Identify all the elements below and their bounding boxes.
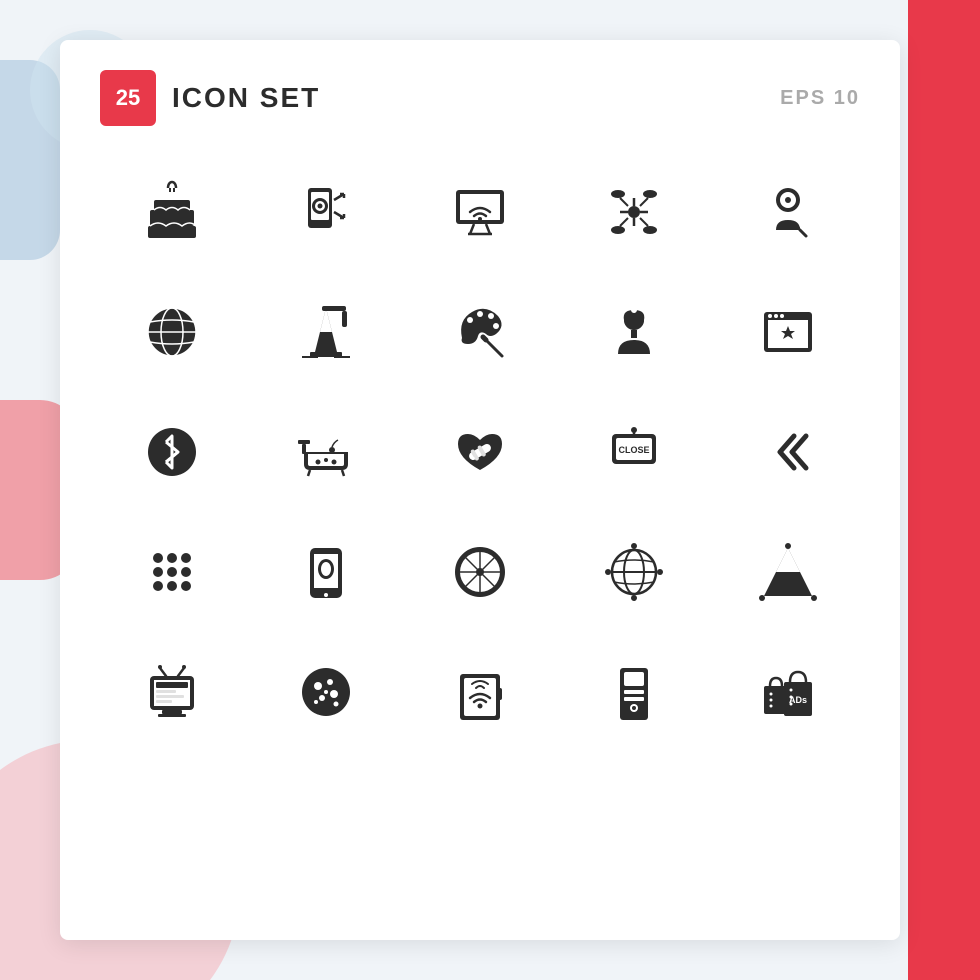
icon-oil-pump	[254, 282, 398, 382]
header-title: ICON SET	[172, 82, 320, 114]
icon-bluetooth	[100, 402, 244, 502]
icon-drone	[562, 162, 706, 262]
drone-icon	[602, 180, 666, 244]
starred-window-icon	[756, 300, 820, 364]
main-card: 25 ICON SET EPS 10	[60, 40, 900, 940]
header-left: 25 ICON SET	[100, 70, 320, 126]
pyramid-icon	[756, 540, 820, 604]
computer-tower-icon	[602, 660, 666, 724]
cake-icon	[140, 180, 204, 244]
orange-slice-icon	[448, 540, 512, 604]
mobile-target-icon	[294, 180, 358, 244]
background: 25 ICON SET EPS 10	[0, 0, 980, 980]
news-tv-icon	[140, 660, 204, 724]
double-chevron-left-icon	[756, 420, 820, 484]
oil-pump-icon	[294, 300, 358, 364]
shopping-bags-icon: ADs	[756, 660, 820, 724]
safe-wifi-icon	[448, 660, 512, 724]
icon-cookie	[254, 642, 398, 742]
paint-palette-icon	[448, 300, 512, 364]
mobile-egg-icon	[294, 540, 358, 604]
icons-grid: CLOSE	[100, 162, 860, 742]
badge-number: 25	[100, 70, 156, 126]
cookie-icon	[294, 660, 358, 724]
icon-monitor-wifi	[408, 162, 552, 262]
icon-starred-window	[716, 282, 860, 382]
icon-globe	[100, 282, 244, 382]
header-eps: EPS 10	[780, 87, 860, 110]
icon-female-user	[562, 282, 706, 382]
svg-text:CLOSE: CLOSE	[618, 445, 649, 455]
icon-pyramid	[716, 522, 860, 622]
card-header: 25 ICON SET EPS 10	[100, 70, 860, 126]
icon-bathtub	[254, 402, 398, 502]
icon-double-chevron-left	[716, 402, 860, 502]
icon-news-tv	[100, 642, 244, 742]
icon-paint-palette	[408, 282, 552, 382]
icon-mobile-egg	[254, 522, 398, 622]
dots-grid-icon	[140, 540, 204, 604]
icon-cake	[100, 162, 244, 262]
bluetooth-icon	[140, 420, 204, 484]
icon-safe-wifi	[408, 642, 552, 742]
bathtub-icon	[294, 420, 358, 484]
icon-computer-tower	[562, 642, 706, 742]
icon-globe-dots	[562, 522, 706, 622]
icon-orange-slice	[408, 522, 552, 622]
monitor-wifi-icon	[448, 180, 512, 244]
globe-dots-icon	[602, 540, 666, 604]
icon-mobile-target	[254, 162, 398, 262]
globe-icon	[140, 300, 204, 364]
user-search-icon	[756, 180, 820, 244]
icon-user-search	[716, 162, 860, 262]
icon-close-sign: CLOSE	[562, 402, 706, 502]
bandaid-heart-icon	[448, 420, 512, 484]
close-sign-icon: CLOSE	[602, 420, 666, 484]
icon-dots-grid	[100, 522, 244, 622]
female-user-icon	[602, 300, 666, 364]
icon-bandaid-heart	[408, 402, 552, 502]
icon-shopping-bags: ADs	[716, 642, 860, 742]
